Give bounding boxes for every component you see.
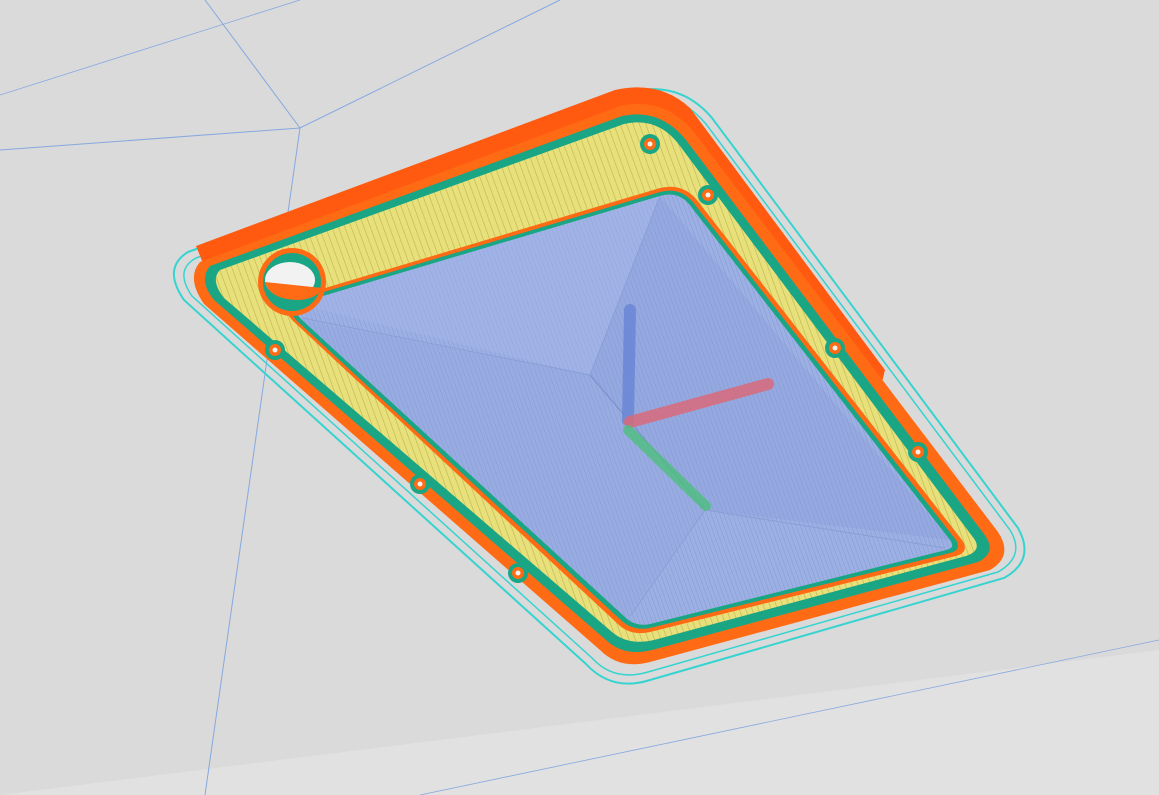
mounting-hole xyxy=(508,563,528,583)
mounting-hole xyxy=(640,134,660,154)
mounting-hole xyxy=(698,185,718,205)
mounting-hole xyxy=(410,474,430,494)
corner-hole xyxy=(258,248,326,316)
mounting-hole xyxy=(825,338,845,358)
z-axis xyxy=(622,304,636,426)
mounting-hole xyxy=(265,340,285,360)
mounting-hole xyxy=(908,442,928,462)
slicer-preview-scene[interactable] xyxy=(0,0,1159,795)
3d-viewport[interactable] xyxy=(0,0,1159,795)
